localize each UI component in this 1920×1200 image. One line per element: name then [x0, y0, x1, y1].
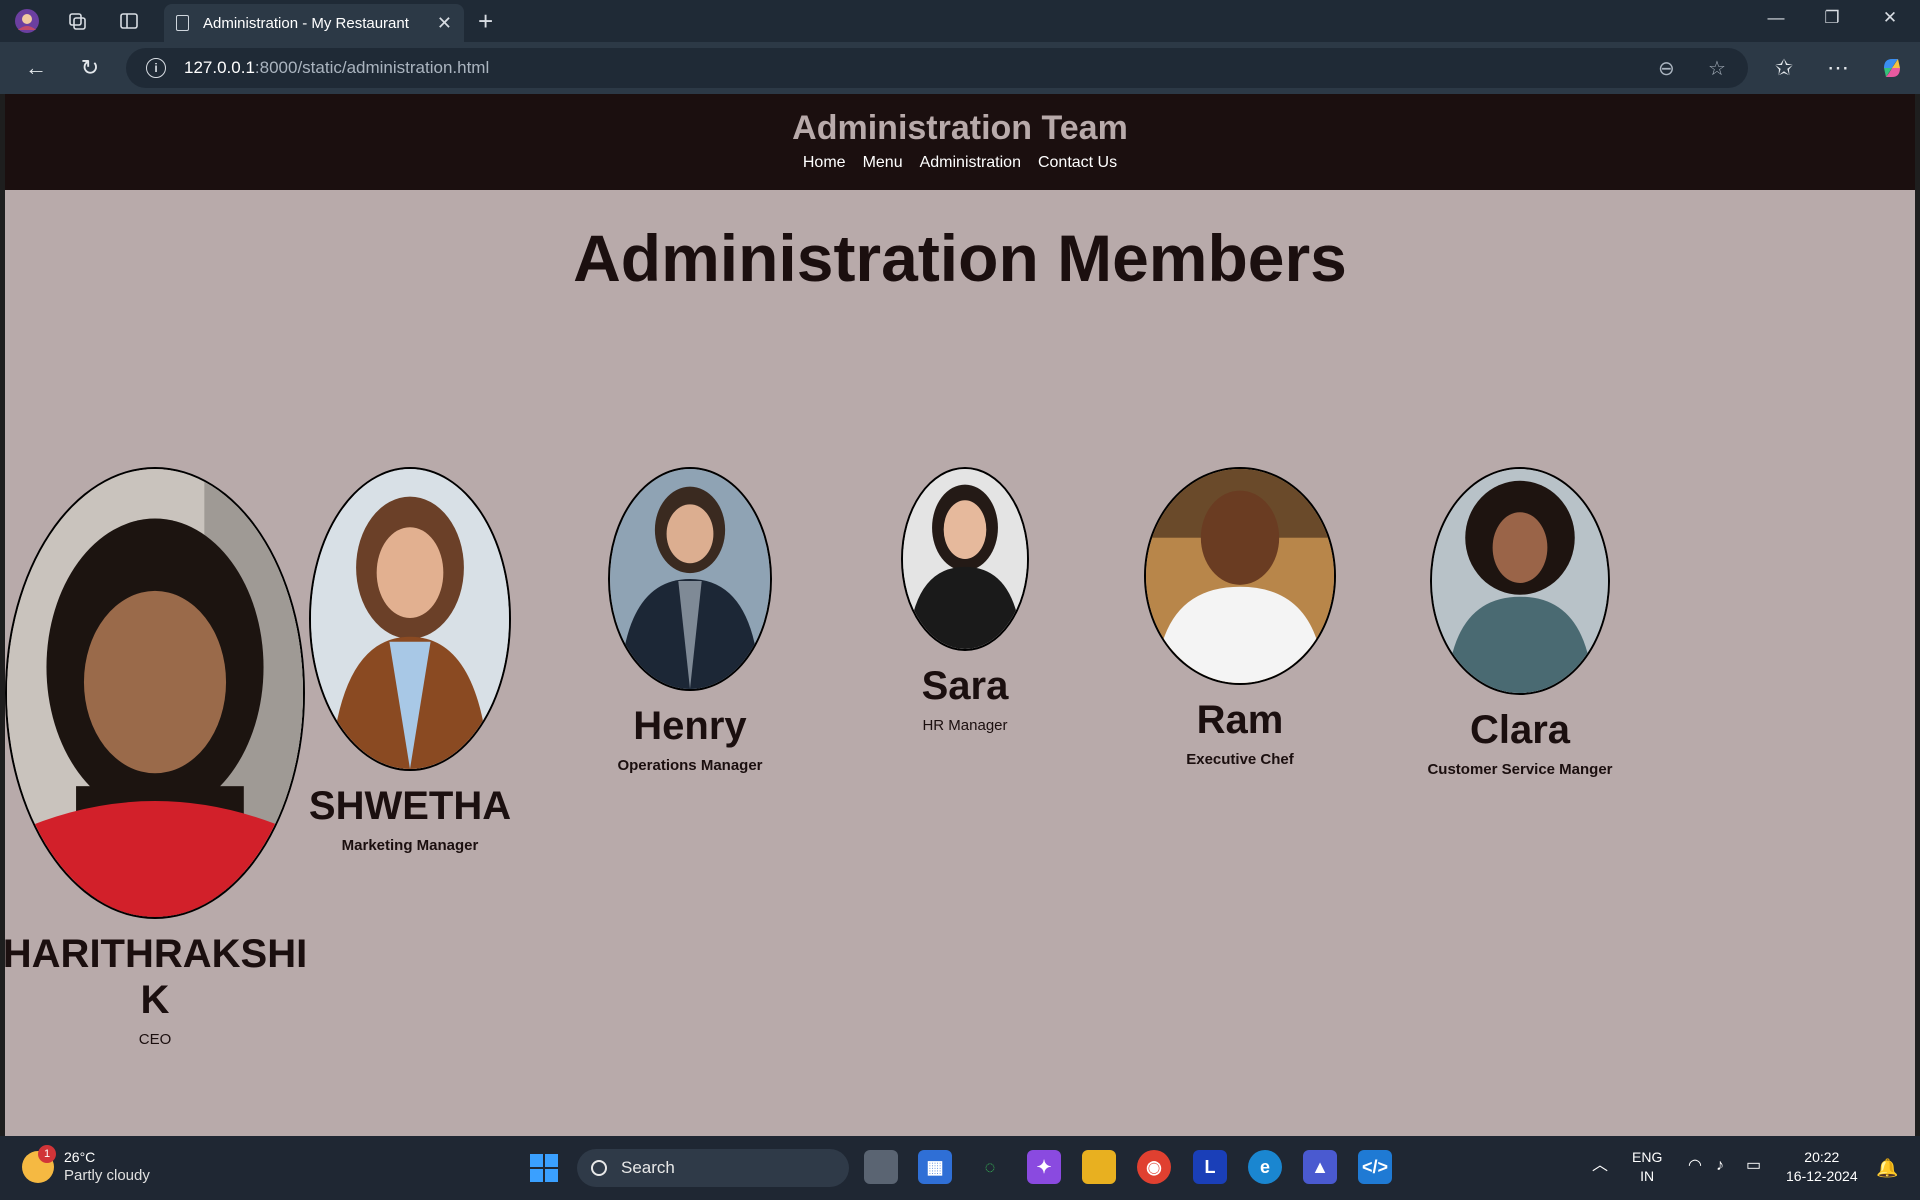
- member-role: CEO: [138, 1031, 172, 1048]
- member-photo: [309, 467, 511, 771]
- copilot-icon[interactable]: [1878, 54, 1906, 82]
- notification-badge: 1: [38, 1145, 56, 1163]
- member-name: Sara: [921, 664, 1009, 708]
- site-title: Administration Team: [792, 109, 1128, 147]
- weather-widget[interactable]: 1 26°C Partly cloudy: [22, 1145, 150, 1186]
- nav-link-contact-us[interactable]: Contact Us: [1038, 154, 1117, 172]
- favorites-icon[interactable]: ✩: [1770, 54, 1798, 82]
- taskbar-search[interactable]: Search: [577, 1149, 849, 1187]
- lang-bottom: IN: [1640, 1168, 1655, 1184]
- windows-taskbar: 1 26°C Partly cloudy Search ▦ ◌ ✦ ◉ L e …: [0, 1136, 1920, 1200]
- member-name: Henry: [633, 704, 747, 748]
- member-photo: [5, 467, 305, 919]
- temperature: 26°C: [64, 1149, 96, 1165]
- browser-tab-bar: Administration - My Restaurant ✕ + — ❐ ✕: [0, 0, 1920, 42]
- time: 20:22: [1804, 1149, 1840, 1165]
- member-card-ceo: HARITHRAKSHI K CEO: [5, 467, 315, 1048]
- show-hidden-icons[interactable]: ︿: [1592, 1156, 1608, 1175]
- page-viewport: Administration Team Home Menu Administra…: [5, 94, 1915, 1136]
- notification-bell-icon[interactable]: 🔔: [1876, 1158, 1898, 1179]
- task-view-icon[interactable]: [864, 1150, 898, 1184]
- member-photo: [1144, 467, 1336, 685]
- lang-top: ENG: [1632, 1149, 1663, 1165]
- site-header: Administration Team Home Menu Administra…: [5, 94, 1915, 190]
- chrome-icon[interactable]: ◉: [1137, 1150, 1171, 1184]
- member-card-marketing: SHWETHA Marketing Manager: [305, 467, 515, 854]
- workspaces-icon[interactable]: [64, 8, 90, 34]
- battery-icon[interactable]: ▭: [1746, 1156, 1761, 1175]
- new-tab-icon[interactable]: +: [478, 6, 493, 37]
- more-options-icon[interactable]: ⋯: [1824, 54, 1852, 82]
- site-info-icon[interactable]: i: [146, 58, 166, 78]
- restore-icon[interactable]: ❐: [1812, 8, 1852, 28]
- member-role: Customer Service Manger: [1427, 761, 1613, 778]
- page-heading: Administration Members: [573, 221, 1347, 295]
- member-role: HR Manager: [922, 717, 1008, 734]
- close-tab-icon[interactable]: ✕: [437, 13, 452, 34]
- search-icon: [591, 1160, 607, 1176]
- page-icon: [176, 15, 189, 31]
- favorite-star-icon[interactable]: ☆: [1708, 56, 1726, 81]
- member-card-hr: Sara HR Manager: [860, 467, 1070, 734]
- nav-link-home[interactable]: Home: [803, 154, 846, 172]
- member-card-customer-service: Clara Customer Service Manger: [1405, 467, 1635, 778]
- member-photo: [608, 467, 772, 691]
- sync-app-icon[interactable]: ◌: [973, 1150, 1007, 1184]
- profile-avatar-icon[interactable]: [14, 8, 40, 34]
- member-card-chef: Ram Executive Chef: [1135, 467, 1345, 768]
- back-arrow-icon[interactable]: ←: [22, 54, 50, 82]
- refresh-icon[interactable]: ↻: [76, 54, 104, 82]
- site-nav: Home Menu Administration Contact Us: [5, 154, 1915, 172]
- search-label: Search: [621, 1158, 675, 1177]
- member-card-operations: Henry Operations Manager: [585, 467, 795, 774]
- l-app-icon[interactable]: L: [1193, 1150, 1227, 1184]
- language-indicator[interactable]: ENG IN: [1632, 1148, 1662, 1186]
- copilot-app-icon[interactable]: ✦: [1027, 1150, 1061, 1184]
- member-photo: [901, 467, 1029, 651]
- volume-icon[interactable]: ♪: [1716, 1156, 1724, 1175]
- member-name: SHWETHA: [308, 784, 512, 828]
- weather-icon: 1: [22, 1145, 56, 1183]
- member-role: Operations Manager: [617, 757, 763, 774]
- member-name: Ram: [1196, 698, 1284, 742]
- weather-condition: Partly cloudy: [64, 1167, 150, 1184]
- minimize-icon[interactable]: —: [1756, 8, 1796, 28]
- cursor-app-icon[interactable]: ▲: [1303, 1150, 1337, 1184]
- url-field[interactable]: i 127.0.0.1:8000/static/administration.h…: [126, 48, 1748, 88]
- browser-tab-active[interactable]: Administration - My Restaurant ✕: [164, 4, 464, 42]
- store-icon[interactable]: ▦: [918, 1150, 952, 1184]
- url-host: 127.0.0.1: [184, 58, 255, 77]
- wifi-icon[interactable]: ◠: [1688, 1156, 1702, 1175]
- url-path: :8000/static/administration.html: [254, 58, 490, 77]
- tab-title: Administration - My Restaurant: [203, 14, 409, 32]
- date: 16-12-2024: [1786, 1168, 1858, 1184]
- windows-start-icon[interactable]: [530, 1154, 558, 1182]
- member-name: HARITHRAKSHI K: [5, 932, 308, 1022]
- file-explorer-icon[interactable]: [1082, 1150, 1116, 1184]
- member-role: Executive Chef: [1186, 751, 1294, 768]
- member-role: Marketing Manager: [341, 837, 479, 854]
- zoom-icon[interactable]: ⊖: [1658, 56, 1675, 81]
- member-photo: [1430, 467, 1610, 695]
- edge-icon[interactable]: e: [1248, 1150, 1282, 1184]
- close-window-icon[interactable]: ✕: [1870, 8, 1910, 28]
- nav-link-administration[interactable]: Administration: [920, 154, 1021, 172]
- address-bar-row: ← ↻ i 127.0.0.1:8000/static/administrati…: [0, 42, 1920, 94]
- clock[interactable]: 20:22 16-12-2024: [1786, 1148, 1858, 1186]
- vscode-icon[interactable]: </>: [1358, 1150, 1392, 1184]
- nav-link-menu[interactable]: Menu: [863, 154, 903, 172]
- vertical-tabs-icon[interactable]: [116, 8, 142, 34]
- member-name: Clara: [1469, 708, 1571, 752]
